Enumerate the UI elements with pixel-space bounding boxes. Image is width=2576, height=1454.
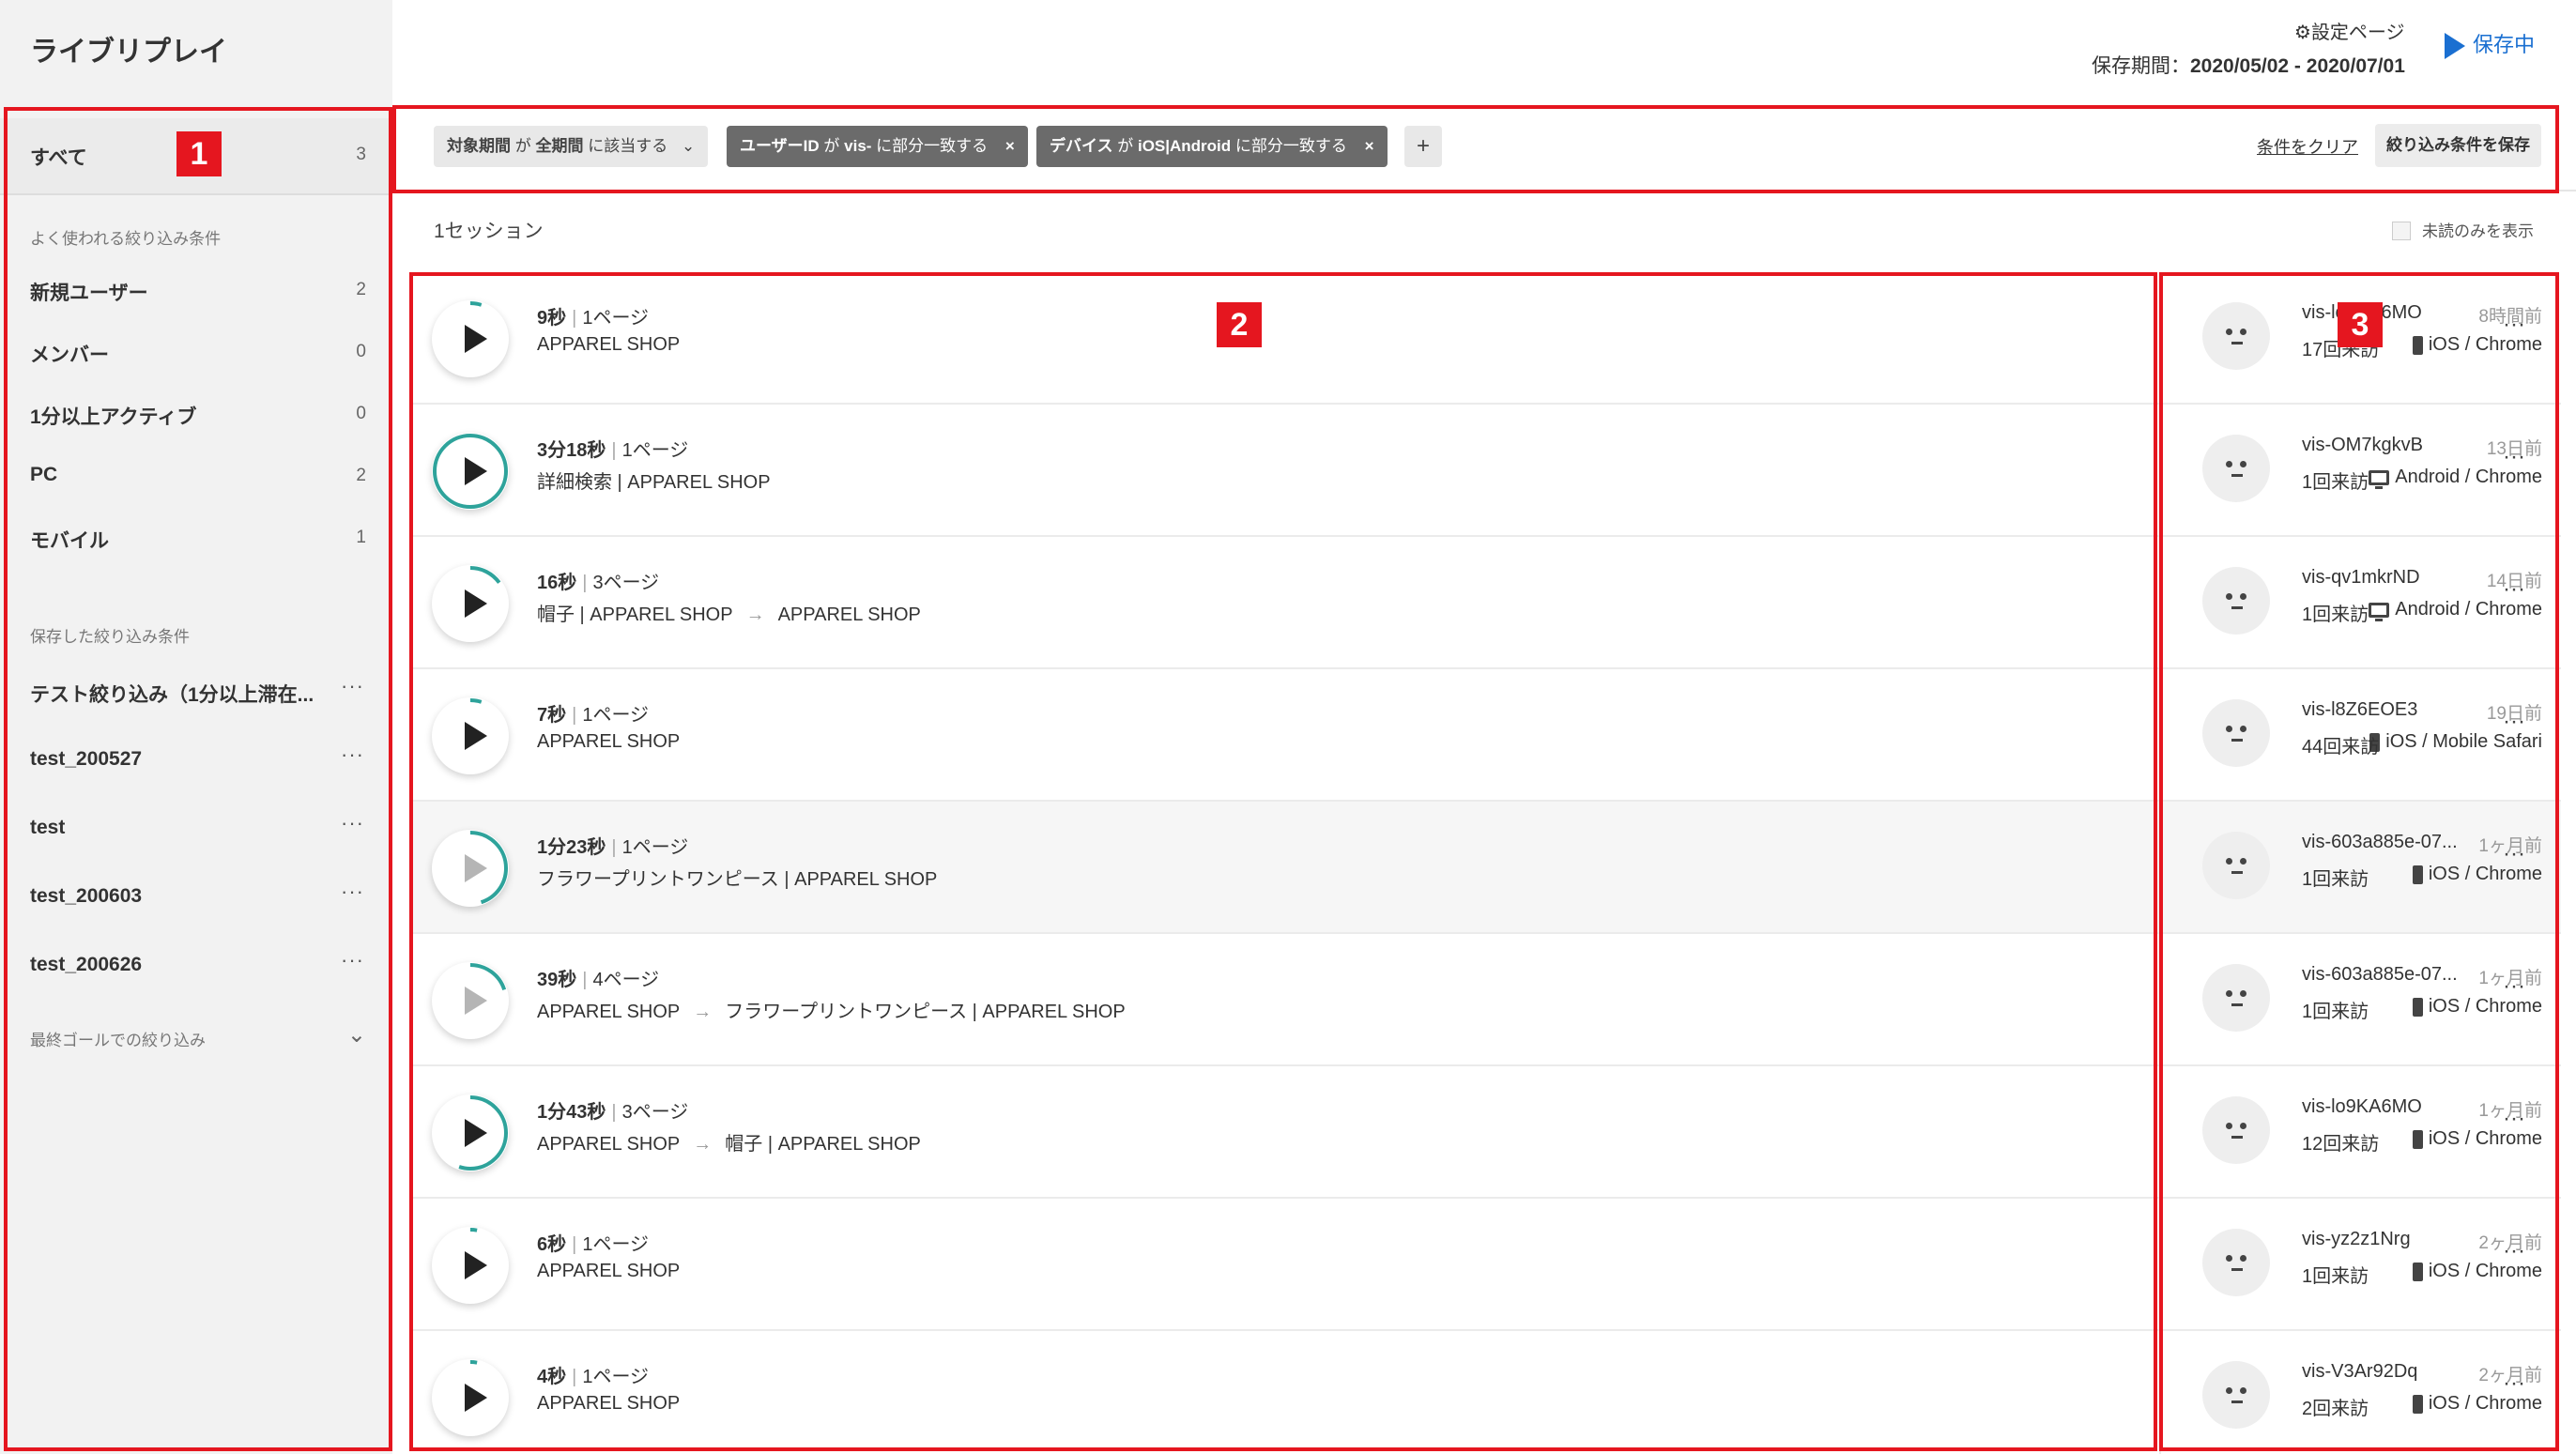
gear-icon: ⚙: [2294, 23, 2311, 43]
settings-page-link[interactable]: ⚙設定ページ: [2294, 17, 2405, 44]
saving-button[interactable]: 保存中: [2445, 28, 2536, 60]
saving-label: 保存中: [2473, 33, 2536, 56]
checkbox-icon: [2392, 222, 2411, 241]
unread-only-label: 未読のみを表示: [2422, 222, 2534, 240]
unread-only-checkbox[interactable]: 未読のみを表示: [2392, 218, 2534, 241]
annotation-box: [2159, 272, 2559, 1451]
app-title: ライブリプレイ: [30, 37, 227, 68]
annotation-badge: 1: [176, 131, 222, 176]
annotation-box: [4, 107, 392, 1451]
session-count: 1セッション: [434, 221, 544, 242]
annotation-box: [409, 272, 2157, 1451]
annotation-badge: 2: [1217, 302, 1262, 347]
annotation-box-filter: [392, 105, 2559, 193]
retention-period: 保存期間：2020/05/02 - 2020/07/01: [2092, 51, 2405, 79]
period-value: 2020/05/02 - 2020/07/01: [2190, 55, 2405, 77]
settings-label: 設定ページ: [2310, 23, 2405, 43]
period-label: 保存期間：: [2092, 55, 2190, 77]
play-icon: [2445, 33, 2465, 60]
annotation-badge: 3: [2338, 302, 2383, 347]
